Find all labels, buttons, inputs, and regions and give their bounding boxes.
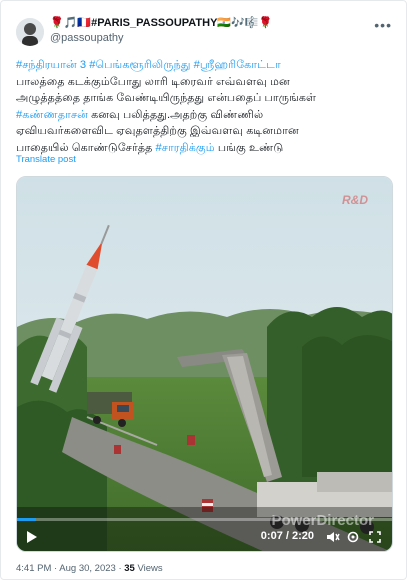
volume-icon[interactable]: [326, 530, 340, 544]
tweet-text-line: அழுத்தத்தை தாங்க வேண்டியிருந்தது என்பதைப…: [16, 90, 396, 107]
tweet-card: 🌹🎵🇫🇷#PARIS_PASSOUPATHY🇮🇳🎶🎼🌹 @passoupathy…: [0, 0, 407, 580]
fullscreen-icon[interactable]: [368, 530, 382, 544]
author-handle[interactable]: @passoupathy: [50, 32, 124, 44]
tweet-text-segment: பங்கு உண்டு: [214, 141, 284, 154]
views-count: 35: [124, 563, 135, 574]
author-display-name[interactable]: 🌹🎵🇫🇷#PARIS_PASSOUPATHY🇮🇳🎶🎼🌹: [50, 16, 272, 29]
tweet-text-segment: பாலத்தை கடக்கும்போது லாரி டிரைவர் எவ்வளவ…: [16, 75, 290, 88]
tweet-text-segment: அழுத்தத்தை தாங்க வேண்டியிருந்தது என்பதைப…: [16, 92, 317, 105]
tweet-text-segment: கனவு பலித்தது.அதற்கு விண்ணில்: [88, 108, 264, 121]
video-player[interactable]: R&D PowerDirector 0:07 / 2:20: [16, 176, 393, 552]
tweet-text-line: ஏவியவர்களைவிட ஏவுதளத்திற்கு இவ்வளவு கடின…: [16, 123, 396, 140]
hashtag-link[interactable]: #ஸ்ரீஹரிகோட்டா: [194, 59, 281, 71]
settings-icon[interactable]: [346, 530, 360, 544]
views-label: Views: [134, 563, 163, 574]
tweet-text-line: பாலத்தை கடக்கும்போது லாரி டிரைவர் எவ்வளவ…: [16, 74, 396, 91]
translate-post-link[interactable]: Translate post: [16, 154, 76, 165]
tweet-text-segment: ஏவியவர்களைவிட ஏவுதளத்திற்கு இவ்வளவு கடின…: [16, 125, 299, 138]
video-frame: [17, 177, 392, 551]
tweet-meta: 4:41 PM · Aug 30, 2023 · 35 Views: [16, 563, 163, 574]
hashtag-link[interactable]: #பெங்களூரிலிருந்து: [89, 59, 193, 71]
tweet-text-segment: பாதையில் கொண்டுசேர்த்த: [16, 141, 156, 154]
tweet-text-line: #கண்ணதாசன் கனவு பலித்தது.அதற்கு விண்ணில்: [16, 107, 396, 124]
hashtag-link[interactable]: #சந்திரயான் 3: [16, 59, 89, 71]
video-brand-mark: R&D: [342, 193, 368, 207]
tweet-text-line: #சந்திரயான் 3 #பெங்களூரிலிருந்து #ஸ்ரீஹர…: [16, 57, 396, 74]
video-time: 0:07 / 2:20: [260, 530, 314, 542]
tweet-text: #சந்திரயான் 3 #பெங்களூரிலிருந்து #ஸ்ரீஹர…: [16, 57, 396, 157]
tweet-timestamp[interactable]: 4:41 PM · Aug 30, 2023 ·: [16, 563, 124, 574]
avatar[interactable]: [16, 18, 44, 46]
hashtag-link[interactable]: #சாரதிக்கும்: [156, 142, 215, 154]
hashtag-link[interactable]: #கண்ணதாசன்: [16, 109, 88, 121]
video-controls: 0:07 / 2:20: [17, 521, 392, 551]
play-icon[interactable]: [27, 531, 37, 543]
more-icon[interactable]: •••: [374, 17, 392, 33]
